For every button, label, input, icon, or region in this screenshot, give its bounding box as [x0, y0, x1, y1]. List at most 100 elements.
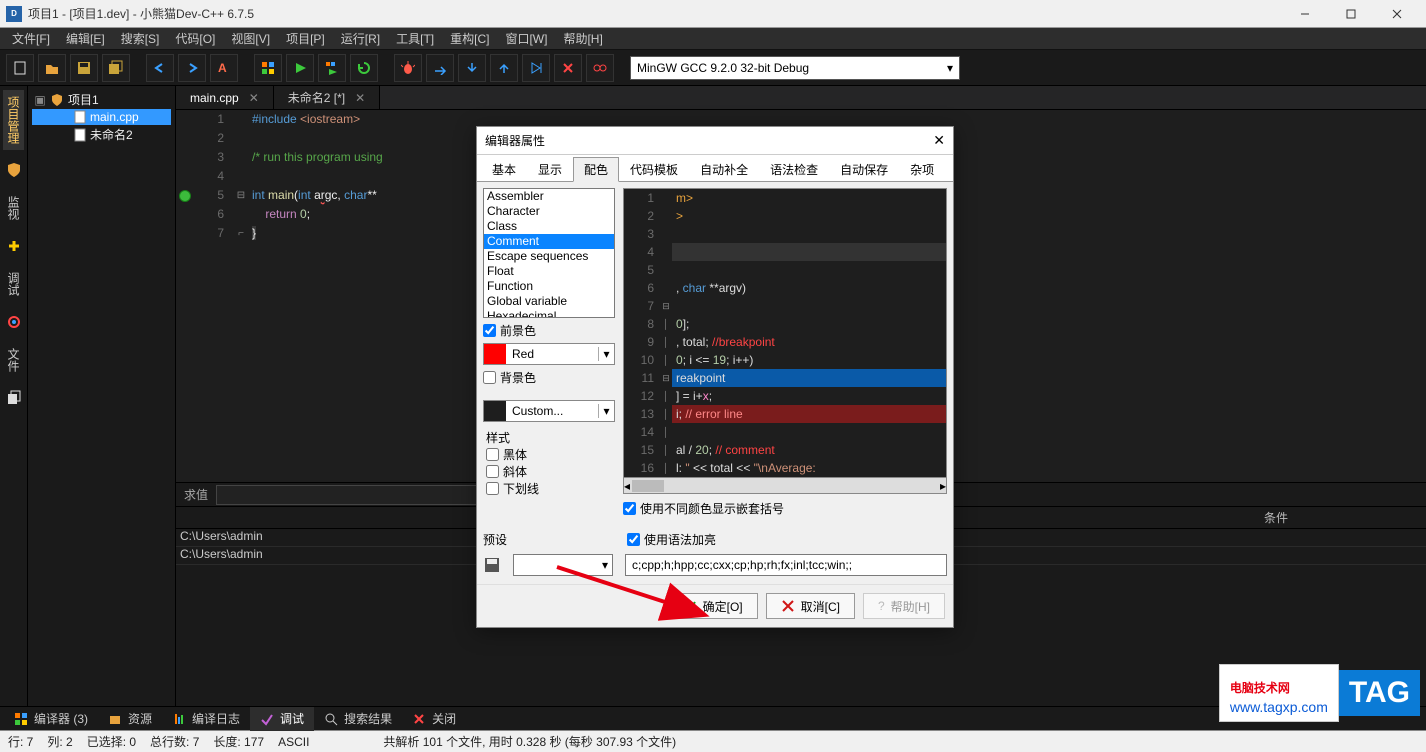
btab-resource[interactable]: 资源: [98, 707, 162, 731]
breakpoint-icon[interactable]: [4, 312, 24, 332]
menu-run[interactable]: 运行[R]: [333, 28, 388, 49]
step-out-button[interactable]: [490, 54, 518, 82]
tree-item-main[interactable]: main.cpp: [32, 109, 171, 125]
collapse-icon[interactable]: ▣: [34, 93, 46, 107]
bg-checkbox[interactable]: 背景色: [483, 369, 615, 386]
minimize-button[interactable]: [1282, 0, 1328, 28]
tree-root[interactable]: ▣ 项目1: [32, 90, 171, 109]
save-button[interactable]: [70, 54, 98, 82]
rebuild-button[interactable]: [350, 54, 378, 82]
dialog-titlebar[interactable]: 编辑器属性 ✕: [477, 127, 953, 155]
chevron-down-icon[interactable]: ▾: [598, 347, 614, 361]
style-bold[interactable]: 黑体: [486, 446, 614, 463]
compiler-select[interactable]: MinGW GCC 9.2.0 32-bit Debug ▾: [630, 56, 960, 80]
compile-run-button[interactable]: [318, 54, 346, 82]
close-icon[interactable]: ✕: [355, 91, 365, 105]
cancel-button[interactable]: 取消[C]: [766, 593, 855, 619]
fold-gutter[interactable]: ⊟⌐: [234, 110, 248, 482]
fg-color-select[interactable]: Red ▾: [483, 343, 615, 365]
extensions-input[interactable]: [625, 554, 947, 576]
scheme-item[interactable]: Function: [484, 279, 614, 294]
open-button[interactable]: [38, 54, 66, 82]
scheme-item[interactable]: Global variable: [484, 294, 614, 309]
debug-button[interactable]: [394, 54, 422, 82]
scheme-item[interactable]: Hexadecimal: [484, 309, 614, 318]
run-button[interactable]: [286, 54, 314, 82]
shield-icon[interactable]: [4, 160, 24, 180]
preview-scrollbar[interactable]: ◂▸: [623, 478, 947, 494]
redo-button[interactable]: [178, 54, 206, 82]
menu-refactor[interactable]: 重构[C]: [442, 28, 497, 49]
scheme-item[interactable]: Escape sequences: [484, 249, 614, 264]
fg-checkbox[interactable]: 前景色: [483, 322, 615, 339]
dlg-tab-color[interactable]: 配色: [573, 157, 619, 182]
eval-input[interactable]: [216, 485, 506, 505]
side-tab-project[interactable]: 项目管理: [3, 90, 24, 150]
rainbow-checkbox[interactable]: 使用不同颜色显示嵌套括号: [623, 500, 947, 517]
scheme-item[interactable]: Class: [484, 219, 614, 234]
side-tab-debug[interactable]: 调试: [3, 266, 24, 302]
plus-icon[interactable]: [4, 236, 24, 256]
ok-button[interactable]: 确定[O]: [668, 593, 758, 619]
menu-help[interactable]: 帮助[H]: [555, 28, 610, 49]
menu-window[interactable]: 窗口[W]: [497, 28, 555, 49]
window-titlebar: D 项目1 - [项目1.dev] - 小熊猫Dev-C++ 6.7.5: [0, 0, 1426, 28]
dialog-tabs: 基本 显示 配色 代码模板 自动补全 语法检查 自动保存 杂项: [477, 155, 953, 182]
dlg-tab-syntax[interactable]: 语法检查: [759, 157, 829, 182]
btab-close[interactable]: 关闭: [402, 707, 466, 731]
preset-select[interactable]: ▾: [513, 554, 613, 576]
stop-debug-button[interactable]: [554, 54, 582, 82]
menu-code[interactable]: 代码[O]: [167, 28, 223, 49]
dlg-tab-misc[interactable]: 杂项: [899, 157, 945, 182]
help-button[interactable]: ? 帮助[H]: [863, 593, 945, 619]
btab-debug[interactable]: 调试: [250, 707, 314, 731]
scheme-listbox[interactable]: Assembler Character Class Comment Escape…: [483, 188, 615, 318]
style-italic[interactable]: 斜体: [486, 463, 614, 480]
menu-view[interactable]: 视图[V]: [223, 28, 278, 49]
close-icon[interactable]: ✕: [933, 132, 945, 149]
undo-button[interactable]: [146, 54, 174, 82]
preset-label: 预设: [483, 531, 615, 548]
menu-edit[interactable]: 编辑[E]: [58, 28, 113, 49]
new-file-button[interactable]: [6, 54, 34, 82]
tree-item-untitled[interactable]: 未命名2: [32, 125, 171, 144]
dlg-tab-template[interactable]: 代码模板: [619, 157, 689, 182]
chevron-down-icon[interactable]: ▾: [598, 404, 614, 418]
floppy-icon[interactable]: [483, 556, 501, 574]
btab-compiler[interactable]: 编译器 (3): [4, 707, 98, 731]
compile-button[interactable]: [254, 54, 282, 82]
breakpoint-marker-icon[interactable]: [179, 190, 191, 202]
dlg-tab-display[interactable]: 显示: [527, 157, 573, 182]
side-tab-watch[interactable]: 监视: [3, 190, 24, 226]
reformat-button[interactable]: A: [210, 54, 238, 82]
menu-search[interactable]: 搜索[S]: [113, 28, 168, 49]
scheme-item[interactable]: Assembler: [484, 189, 614, 204]
tab-untitled[interactable]: 未命名2 [*]✕: [274, 86, 380, 109]
tab-main-cpp[interactable]: main.cpp✕: [176, 86, 274, 109]
scheme-item[interactable]: Character: [484, 204, 614, 219]
dlg-tab-autocomplete[interactable]: 自动补全: [689, 157, 759, 182]
save-all-button[interactable]: [102, 54, 130, 82]
glyph-margin[interactable]: [176, 110, 194, 482]
dlg-tab-autosave[interactable]: 自动保存: [829, 157, 899, 182]
dlg-tab-basic[interactable]: 基本: [481, 157, 527, 182]
scheme-item[interactable]: Float: [484, 264, 614, 279]
bg-color-select[interactable]: Custom... ▾: [483, 400, 615, 422]
menu-project[interactable]: 项目[P]: [278, 28, 333, 49]
close-button[interactable]: [1374, 0, 1420, 28]
step-over-button[interactable]: [426, 54, 454, 82]
scheme-item-selected[interactable]: Comment: [484, 234, 614, 249]
menu-file[interactable]: 文件[F]: [4, 28, 58, 49]
menu-tools[interactable]: 工具[T]: [388, 28, 442, 49]
watch-button[interactable]: [586, 54, 614, 82]
side-tab-file[interactable]: 文件: [3, 342, 24, 378]
files-icon[interactable]: [4, 388, 24, 408]
step-into-button[interactable]: [458, 54, 486, 82]
style-underline[interactable]: 下划线: [486, 480, 614, 497]
syntax-checkbox[interactable]: 使用语法加亮: [627, 531, 716, 548]
close-icon[interactable]: ✕: [249, 91, 259, 105]
maximize-button[interactable]: [1328, 0, 1374, 28]
btab-search[interactable]: 搜索结果: [314, 707, 402, 731]
btab-log[interactable]: 编译日志: [162, 707, 250, 731]
continue-button[interactable]: [522, 54, 550, 82]
